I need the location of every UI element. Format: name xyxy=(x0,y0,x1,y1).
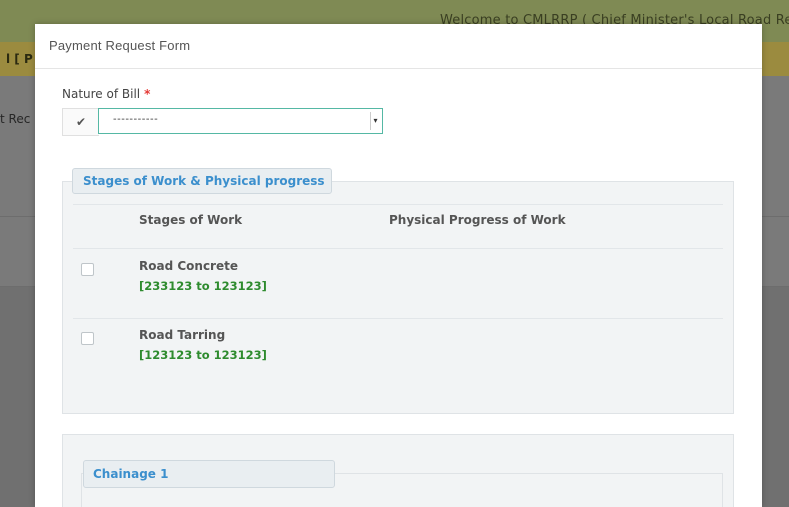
divider xyxy=(73,318,723,319)
payment-request-modal: Payment Request Form Nature of Bill * ✔ -… xyxy=(35,24,762,507)
stages-section-title: Stages of Work & Physical progress xyxy=(83,174,325,188)
background-breadcrumb-text: l [ P xyxy=(6,52,33,66)
select-value: ----------- xyxy=(113,114,159,125)
stage-checkbox[interactable] xyxy=(81,263,94,276)
background-side-text: t Rec xyxy=(0,112,31,126)
modal-header: Payment Request Form xyxy=(35,24,762,69)
nature-of-bill-label: Nature of Bill * xyxy=(62,87,150,101)
chevron-down-icon[interactable]: ▾ xyxy=(370,112,380,130)
chainage-section-tab: Chainage 1 xyxy=(83,460,335,488)
divider xyxy=(73,204,723,205)
stage-range: [123123 to 123123] xyxy=(139,348,267,362)
required-marker: * xyxy=(144,87,151,101)
stage-name: Road Concrete xyxy=(139,259,238,273)
check-icon: ✔ xyxy=(62,108,99,136)
column-header-stages: Stages of Work xyxy=(139,213,243,227)
stages-section: Stages of Work Physical Progress of Work… xyxy=(62,181,734,414)
stage-checkbox[interactable] xyxy=(81,332,94,345)
stage-name: Road Tarring xyxy=(139,328,226,342)
divider xyxy=(73,248,723,249)
stage-range: [233123 to 123123] xyxy=(139,279,267,293)
nature-of-bill-label-text: Nature of Bill xyxy=(62,87,141,101)
chainage-section-title: Chainage 1 xyxy=(93,467,169,481)
column-header-progress: Physical Progress of Work xyxy=(389,213,566,227)
stages-section-tab: Stages of Work & Physical progress xyxy=(72,168,332,194)
modal-title: Payment Request Form xyxy=(49,38,191,53)
nature-of-bill-select[interactable]: ----------- ▾ xyxy=(98,108,383,134)
